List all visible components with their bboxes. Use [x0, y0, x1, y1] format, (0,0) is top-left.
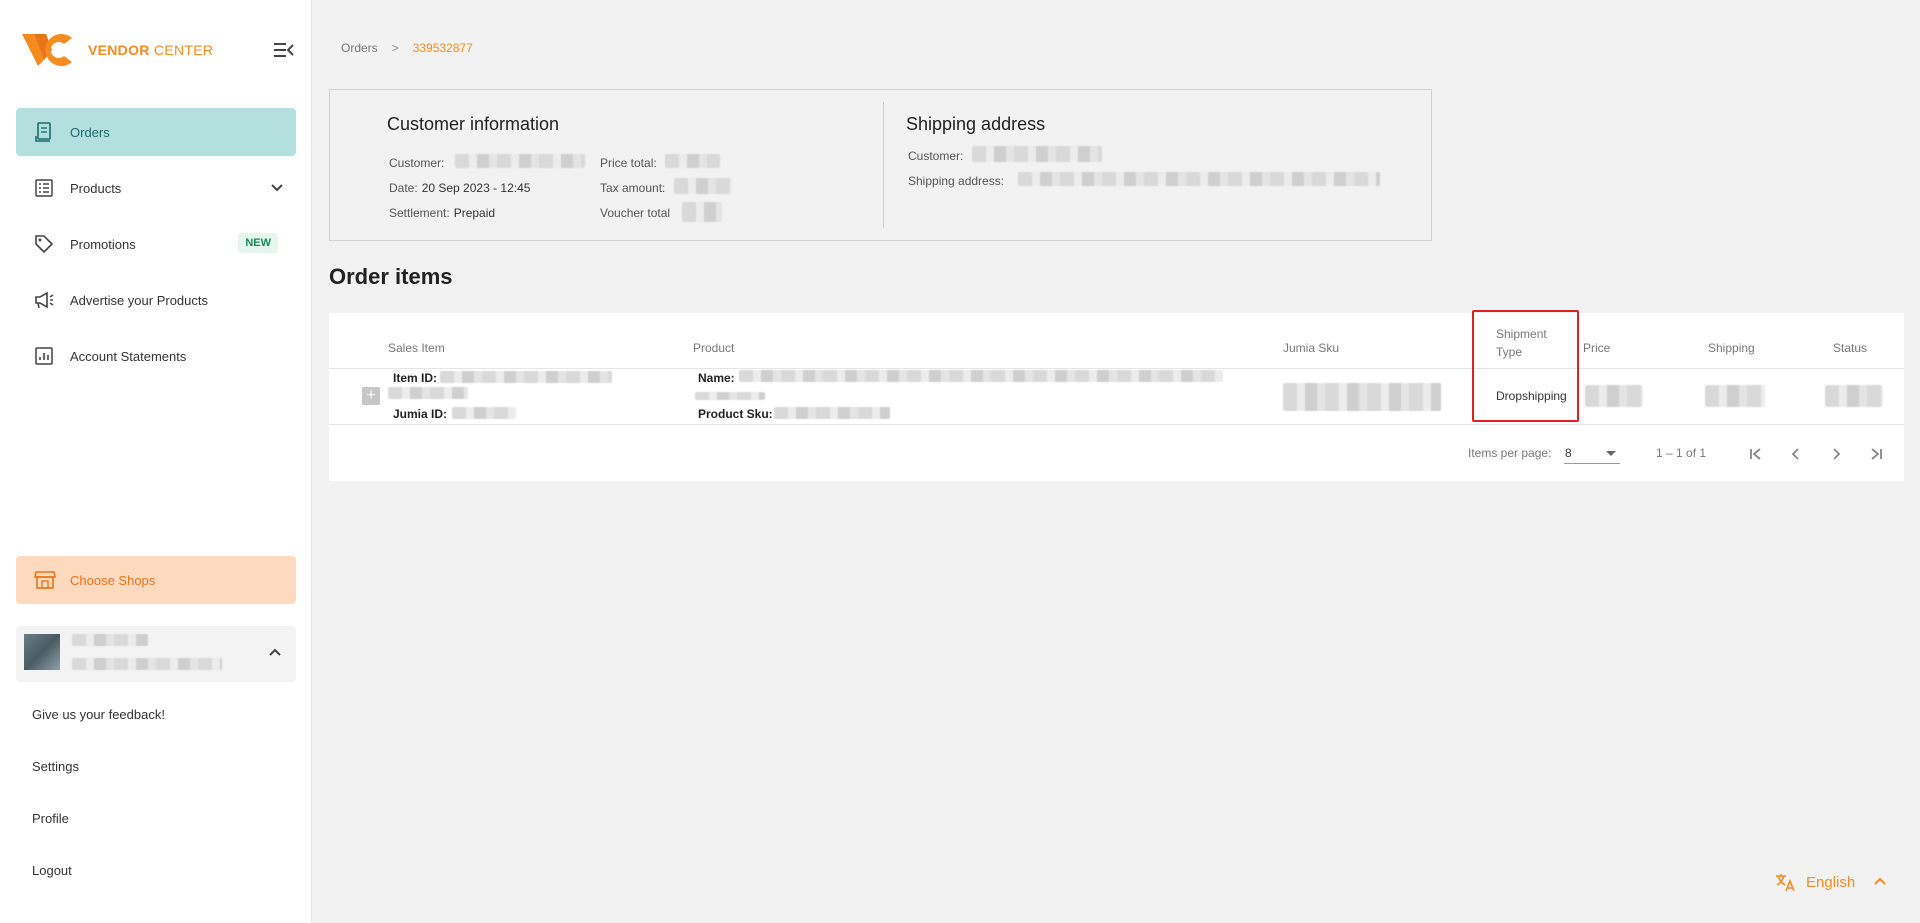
- dropdown-arrow-icon: [1606, 451, 1616, 456]
- sidebar-item-label: Orders: [70, 124, 110, 140]
- redacted-tax-amount: [674, 178, 732, 194]
- item-id-label: Item ID:: [393, 371, 438, 385]
- shipping-customer-field: Customer:: [908, 149, 964, 163]
- feedback-link[interactable]: Give us your feedback!: [32, 707, 165, 722]
- redacted-shipping-customer: [972, 146, 1102, 162]
- megaphone-icon: [34, 290, 54, 310]
- chevron-left-icon: [1791, 448, 1799, 460]
- breadcrumb: Orders >339532877: [341, 41, 473, 55]
- redacted-price: [1585, 385, 1643, 407]
- chevron-up-icon[interactable]: [268, 646, 282, 660]
- date-field: Date: 20 Sep 2023 - 12:45: [389, 181, 531, 195]
- col-product: Product: [693, 341, 735, 355]
- profile-link[interactable]: Profile: [32, 811, 69, 826]
- sidebar-item-label: Account Statements: [70, 348, 187, 364]
- col-price: Price: [1583, 341, 1611, 355]
- items-per-page-select[interactable]: 8: [1564, 440, 1620, 464]
- last-page-icon: [1871, 448, 1882, 460]
- store-icon: [34, 570, 56, 590]
- customer-info-title: Customer information: [387, 114, 560, 134]
- sidebar-item-products[interactable]: Products: [16, 164, 296, 212]
- settlement-field: Settlement: Prepaid: [389, 206, 496, 220]
- sidebar-item-label: Advertise your Products: [70, 292, 209, 308]
- account-switcher[interactable]: [16, 626, 296, 682]
- col-sales-item: Sales Item: [388, 341, 445, 355]
- sidebar-item-promotions[interactable]: Promotions NEW: [16, 220, 296, 268]
- receipt-icon: [34, 122, 54, 142]
- chevron-down-icon[interactable]: [270, 180, 284, 194]
- tag-icon: [34, 234, 54, 254]
- tax-amount-field: Tax amount:: [600, 181, 666, 195]
- shipment-type-highlight: [1472, 310, 1579, 422]
- redacted-product-sku: [774, 407, 890, 419]
- redacted-customer-name: [455, 154, 585, 168]
- product-name-label: Name:: [698, 371, 735, 385]
- vendor-center-logo[interactable]: VENDOR CENTER: [22, 30, 213, 70]
- redacted-item-id: [440, 371, 612, 383]
- redacted-item-id-cont: [388, 387, 468, 399]
- redacted-product-name-cont: [695, 392, 765, 400]
- logo-icon: [22, 34, 72, 66]
- card-divider: [883, 102, 884, 228]
- next-page-button[interactable]: [1824, 442, 1848, 466]
- redacted-shipping-address: [1018, 172, 1380, 186]
- logo-text: VENDOR CENTER: [88, 42, 214, 58]
- previous-page-button[interactable]: [1784, 442, 1808, 466]
- breadcrumb-orders[interactable]: Orders: [341, 41, 378, 55]
- first-page-button[interactable]: [1744, 442, 1768, 466]
- sidebar-item-orders[interactable]: Orders: [16, 108, 296, 156]
- row-divider: [329, 424, 1904, 425]
- chart-icon: [34, 346, 54, 366]
- col-jumia-sku: Jumia Sku: [1283, 341, 1340, 355]
- redacted-account-email: [72, 658, 222, 670]
- price-total-field: Price total:: [600, 156, 657, 170]
- redacted-account-name: [72, 634, 148, 646]
- expand-row-button[interactable]: +: [362, 387, 380, 405]
- collapse-menu-icon[interactable]: [274, 42, 294, 58]
- breadcrumb-separator: >: [391, 41, 399, 55]
- sidebar-item-account-statements[interactable]: Account Statements: [16, 332, 296, 380]
- sidebar-item-label: Promotions: [70, 236, 136, 252]
- order-info-card: Customer information Customer: Date: 20 S…: [329, 89, 1432, 241]
- page-range: 1 – 1 of 1: [1656, 446, 1707, 460]
- redacted-jumia-sku: [1283, 383, 1441, 411]
- sidebar: VENDOR CENTER Orders Products Promotions…: [0, 0, 312, 923]
- chevron-up-icon: [1874, 877, 1886, 885]
- list-icon: [34, 178, 54, 198]
- shipping-address-field: Shipping address:: [908, 174, 1005, 188]
- new-badge: NEW: [238, 233, 278, 253]
- header-divider: [329, 368, 1904, 369]
- col-status: Status: [1833, 341, 1868, 355]
- sidebar-item-advertise[interactable]: Advertise your Products: [16, 276, 296, 324]
- avatar: [24, 634, 60, 670]
- settings-link[interactable]: Settings: [32, 759, 79, 774]
- redacted-product-name: [739, 370, 1223, 382]
- breadcrumb-current: 339532877: [412, 41, 473, 55]
- last-page-button[interactable]: [1864, 442, 1888, 466]
- redacted-price-total: [665, 154, 720, 168]
- language-label: English: [1806, 873, 1856, 891]
- redacted-status: [1825, 385, 1883, 407]
- logout-link[interactable]: Logout: [32, 863, 72, 878]
- redacted-shipping: [1705, 385, 1765, 407]
- shipping-address-title: Shipping address: [906, 114, 1046, 134]
- redacted-voucher-total: [682, 202, 722, 222]
- choose-shops-button[interactable]: Choose Shops: [16, 556, 296, 604]
- product-sku-label: Product Sku:: [698, 407, 773, 421]
- customer-field: Customer:: [389, 156, 445, 170]
- redacted-jumia-id: [452, 407, 516, 419]
- language-selector[interactable]: English: [1774, 872, 1887, 892]
- choose-shops-label: Choose Shops: [70, 572, 156, 588]
- col-shipping: Shipping: [1708, 341, 1755, 355]
- translate-icon: [1776, 874, 1795, 892]
- first-page-icon: [1750, 448, 1761, 460]
- order-items-title: Order items: [329, 264, 453, 289]
- voucher-total-field: Voucher total: [600, 206, 671, 220]
- jumia-id-label: Jumia ID:: [393, 407, 448, 421]
- items-per-page-label: Items per page:: [1468, 446, 1552, 460]
- chevron-right-icon: [1833, 448, 1841, 460]
- sidebar-item-label: Products: [70, 180, 122, 196]
